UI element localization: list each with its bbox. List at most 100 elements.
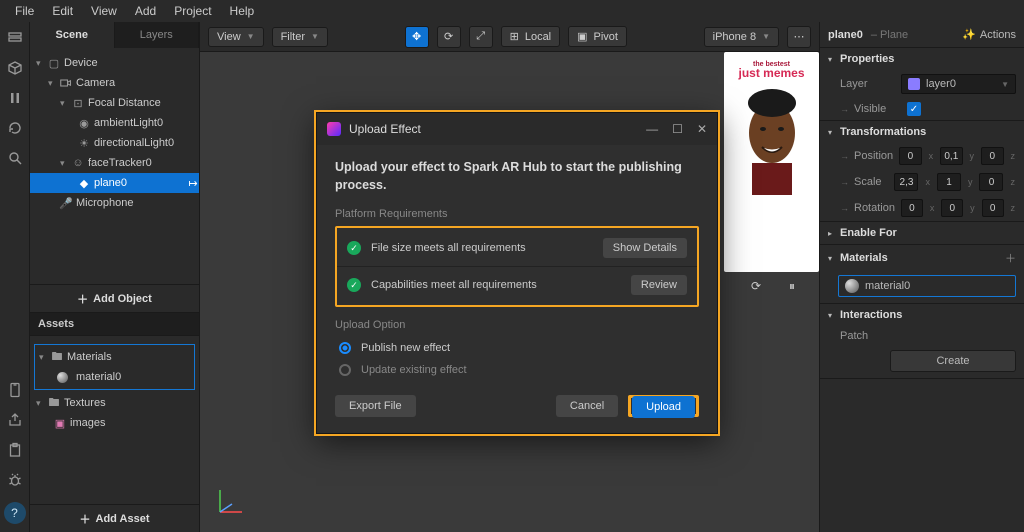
req-filesize: File size meets all requirements [371,242,593,254]
tab-layers[interactable]: Layers [115,22,200,48]
radio-on-icon [339,342,351,354]
cancel-button[interactable]: Cancel [556,395,618,417]
pos-z[interactable]: 0 [981,147,1003,165]
section-transforms[interactable]: ▾Transformations [820,121,1024,143]
add-object-button[interactable]: ＋Add Object [30,284,199,312]
node-camera[interactable]: ▾Camera [30,73,199,93]
asset-material0[interactable]: material0 [35,367,194,387]
asset-materials[interactable]: ▾🖿Materials [35,347,194,367]
check-icon: ✓ [347,278,361,292]
menu-help[interactable]: Help [221,4,264,18]
section-enable-for[interactable]: ▸Enable For [820,222,1024,244]
check-icon: ✓ [347,241,361,255]
material-icon [845,279,859,293]
rot-y[interactable]: 0 [941,199,963,217]
folder-icon: 🖿 [51,351,63,363]
req-capabilities: Capabilities meet all requirements [371,279,621,291]
create-button[interactable]: Create [890,350,1016,372]
preview-pause-icon[interactable]: ⏸ [783,277,801,295]
option-update-existing[interactable]: Update existing effect [335,359,699,381]
layers-icon[interactable] [7,30,23,46]
node-device[interactable]: ▾▢Device [30,53,199,73]
inspector-name: plane0 [828,29,863,41]
rot-z[interactable]: 0 [982,199,1004,217]
camera-icon [60,77,72,89]
upload-button[interactable]: Upload [632,396,695,418]
rotate-tool-icon[interactable]: ⟳ [437,26,461,48]
axis-gizmo [212,484,248,520]
view-dropdown[interactable]: View▼ [208,27,264,47]
section-materials[interactable]: ▾Materials＋ [820,245,1024,271]
menu-bar: File Edit View Add Project Help [0,0,1024,22]
meme-text: the bestestjust memes [738,62,804,79]
add-asset-button[interactable]: ＋Add Asset [30,504,199,532]
filter-dropdown[interactable]: Filter▼ [272,27,328,47]
pos-x[interactable]: 0 [899,147,921,165]
export-button[interactable]: Export File [335,395,416,417]
scale-y[interactable]: 1 [937,173,961,191]
move-tool-icon[interactable]: ✥ [405,26,429,48]
pos-y[interactable]: 0,1 [940,147,962,165]
node-dirlight[interactable]: ☀directionalLight0 [30,133,199,153]
bug-icon[interactable] [7,472,23,488]
pause-icon[interactable] [7,90,23,106]
scale-x[interactable]: 2,3 [894,173,918,191]
node-ambient[interactable]: ◉ambientLight0 [30,113,199,133]
option-publish-new[interactable]: Publish new effect [335,337,699,359]
scale-tool-icon[interactable]: ⤢ [469,26,493,48]
device-dropdown[interactable]: iPhone 8▼ [704,27,779,47]
menu-add[interactable]: Add [126,4,165,18]
pivot-dropdown[interactable]: ▣Pivot [568,26,627,47]
refresh-icon[interactable] [7,120,23,136]
clipboard-icon[interactable] [7,442,23,458]
dialog-title: Upload Effect [349,122,421,136]
asset-images[interactable]: ▣images [30,413,199,433]
section-properties[interactable]: ▾Properties [820,48,1024,70]
focal-icon: ⊡ [72,97,84,109]
cube-icon[interactable] [7,60,23,76]
asset-textures[interactable]: ▾🖿Textures [30,393,199,413]
rot-x[interactable]: 0 [901,199,923,217]
device-icon: ▢ [48,57,60,69]
section-interactions[interactable]: ▾Interactions [820,304,1024,326]
requirements-box: ✓ File size meets all requirements Show … [335,226,699,307]
more-icon[interactable]: ⋯ [787,26,811,48]
export-icon[interactable] [7,412,23,428]
tab-scene[interactable]: Scene [30,22,115,48]
material-slot[interactable]: material0 [838,275,1016,297]
search-icon[interactable] [7,150,23,166]
menu-project[interactable]: Project [165,4,220,18]
close-icon[interactable]: ✕ [697,122,707,136]
viewport-toolbar: View▼ Filter▼ ✥ ⟳ ⤢ ⊞Local ▣Pivot iPhone… [200,22,819,52]
phone-icon[interactable] [7,382,23,398]
help-icon[interactable]: ? [4,502,26,524]
menu-file[interactable]: File [6,4,43,18]
scale-z[interactable]: 0 [979,173,1003,191]
node-plane[interactable]: ◆plane0↦ [30,173,199,193]
minimize-icon[interactable]: — [646,122,658,136]
tool-column: ? [0,22,30,532]
node-focal[interactable]: ▾⊡Focal Distance [30,93,199,113]
inspector-panel: plane0 – Plane ✨Actions ▾Properties Laye… [819,22,1024,532]
radio-off-icon [339,364,351,376]
link-icon: ↦ [187,177,199,189]
visible-checkbox[interactable]: ✓ [907,102,921,116]
show-details-button[interactable]: Show Details [603,238,687,258]
preview-face [732,85,812,195]
menu-edit[interactable]: Edit [43,4,82,18]
preview-refresh-icon[interactable]: ⟳ [747,277,765,295]
layer-select[interactable]: layer0▼ [901,74,1016,94]
node-mic[interactable]: ▾🎤Microphone [30,193,199,213]
local-dropdown[interactable]: ⊞Local [501,26,561,47]
light-icon: ◉ [78,117,90,129]
platform-req-label: Platform Requirements [335,208,699,220]
maximize-icon[interactable]: ☐ [672,122,683,136]
menu-view[interactable]: View [82,4,126,18]
face-icon: ☺ [72,157,84,169]
swatch-icon [908,78,920,90]
review-button[interactable]: Review [631,275,687,295]
inspector-type: – Plane [871,29,908,41]
actions-button[interactable]: ✨Actions [962,28,1016,41]
node-tracker[interactable]: ▾☺faceTracker0 [30,153,199,173]
device-preview: the bestestjust memes [724,52,819,272]
